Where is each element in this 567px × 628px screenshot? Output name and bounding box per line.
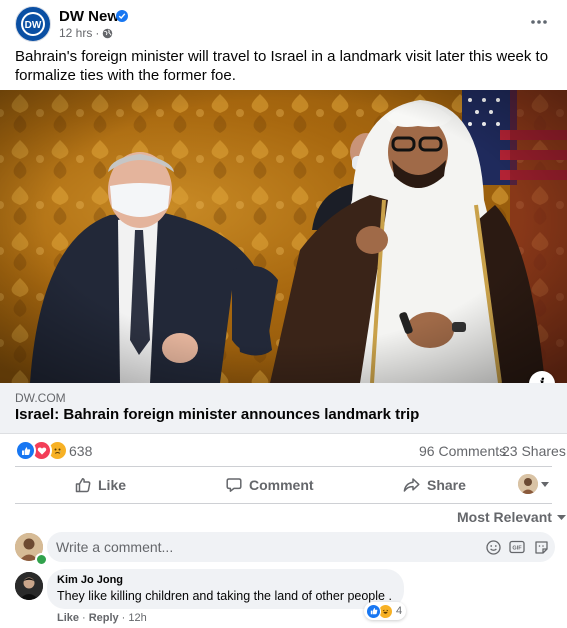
comment-author[interactable]: Kim Jo Jong	[57, 574, 123, 586]
post-text: Bahrain's foreign minister will travel t…	[15, 48, 549, 84]
comment-text: They like killing children and taking th…	[57, 589, 392, 603]
comment-button[interactable]: Comment	[226, 471, 314, 499]
share-arrow-icon	[403, 478, 420, 492]
sticker-icon[interactable]	[533, 539, 549, 555]
comment-reply-button[interactable]: Reply	[89, 612, 119, 624]
like-reaction-icon	[15, 440, 36, 461]
commenter-avatar[interactable]	[15, 572, 43, 600]
post-meta: 12 hrs ·	[59, 26, 113, 40]
like-button[interactable]: Like	[75, 471, 126, 499]
link-title[interactable]: Israel: Bahrain foreign minister announc…	[15, 406, 419, 423]
svg-text:DW: DW	[25, 20, 42, 31]
comment-like-button[interactable]: Like	[57, 612, 79, 624]
divider	[15, 503, 552, 504]
comment-actions: Like · Reply · 12h	[57, 612, 147, 624]
dw-logo: DW	[21, 12, 45, 36]
link-domain: DW.COM	[15, 391, 66, 405]
sort-label: Most Relevant	[457, 509, 552, 525]
reaction-icons[interactable]	[15, 440, 68, 461]
comment-count[interactable]: 96 Comments	[419, 443, 506, 459]
avatar	[518, 474, 538, 494]
share-label: Share	[427, 477, 466, 493]
more-options-icon[interactable]	[527, 10, 551, 34]
comment-input[interactable]	[47, 532, 555, 562]
comment-reaction-count: 4	[396, 605, 403, 617]
page-avatar[interactable]: DW	[15, 6, 51, 42]
thumbs-up-icon	[75, 478, 91, 493]
svg-text:GIF: GIF	[512, 546, 522, 552]
chevron-down-icon	[541, 481, 549, 487]
like-label: Like	[98, 477, 127, 493]
reaction-count[interactable]: 638	[69, 443, 92, 459]
emoji-icon[interactable]	[485, 539, 501, 555]
globe-icon	[103, 28, 113, 38]
share-button[interactable]: Share	[403, 471, 466, 499]
comment-sort-dropdown[interactable]: Most Relevant	[457, 509, 566, 525]
profile-switcher[interactable]	[518, 474, 549, 494]
speech-bubble-icon	[226, 478, 242, 492]
comment-reactions[interactable]: 4	[364, 602, 407, 620]
gif-icon[interactable]: GIF	[509, 539, 525, 555]
post-image[interactable]	[0, 90, 567, 383]
share-count[interactable]: 23 Shares	[502, 443, 566, 459]
verified-badge-icon	[116, 10, 128, 22]
post-time[interactable]: 12 hrs	[59, 26, 92, 40]
separator-dot: ·	[82, 612, 86, 624]
divider	[15, 466, 552, 467]
like-reaction-icon	[366, 603, 381, 619]
comment-label: Comment	[249, 477, 314, 493]
chevron-down-icon	[556, 514, 566, 520]
separator-dot: ·	[95, 26, 100, 40]
online-status-indicator	[35, 553, 48, 566]
separator-dot: ·	[121, 612, 126, 624]
comment-time[interactable]: 12h	[128, 612, 146, 624]
